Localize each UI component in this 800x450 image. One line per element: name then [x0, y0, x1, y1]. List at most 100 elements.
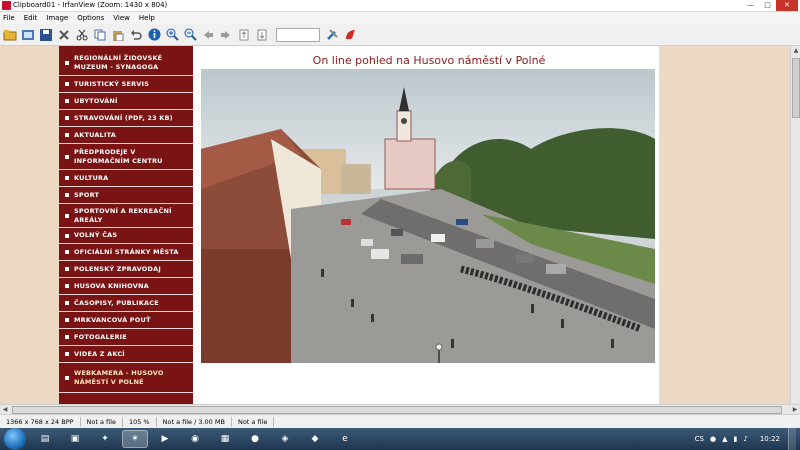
status-zoom: 105 %	[123, 416, 157, 427]
last-page-icon[interactable]	[254, 27, 270, 43]
info-icon[interactable]	[146, 27, 162, 43]
taskbar-firefox-icon[interactable]: ●	[242, 430, 268, 448]
cut-icon[interactable]	[74, 27, 90, 43]
taskbar-player-icon[interactable]: ▶	[152, 430, 178, 448]
show-desktop-button[interactable]	[788, 428, 796, 450]
nav-item[interactable]: VOLNÝ ČAS	[59, 228, 193, 244]
nav-bullet-icon	[65, 267, 69, 271]
toolbar-input[interactable]	[276, 27, 320, 42]
taskbar-explorer-icon[interactable]: ▤	[32, 430, 58, 448]
nav-item[interactable]: TURISTICKÝ SERVIS	[59, 76, 193, 93]
menu-file[interactable]: File	[3, 14, 15, 22]
status-file-2: Not a file	[232, 416, 275, 427]
nav-item[interactable]: REGIONÁLNÍ ŽIDOVSKÉ MUZEUM - SYNAGOGA	[59, 50, 193, 76]
status-file: Not a file	[81, 416, 123, 427]
image-viewer[interactable]: REGIONÁLNÍ ŽIDOVSKÉ MUZEUM - SYNAGOGA TUR…	[0, 46, 790, 404]
irfanview-app-icon	[2, 1, 11, 10]
minimize-button[interactable]: —	[742, 0, 759, 11]
menu-image[interactable]: Image	[46, 14, 68, 22]
vertical-scroll-thumb[interactable]	[792, 58, 800, 118]
prev-icon[interactable]	[200, 27, 216, 43]
settings-icon[interactable]	[324, 27, 340, 43]
menu-options[interactable]: Options	[77, 14, 104, 22]
taskbar-network-icon[interactable]: ◈	[272, 430, 298, 448]
vertical-scrollbar[interactable]: ▲	[790, 46, 800, 404]
status-dimensions: 1366 x 768 x 24 BPP	[0, 416, 81, 427]
nav-item[interactable]: FOTOGALERIE	[59, 329, 193, 346]
nav-item[interactable]: SPORT	[59, 187, 193, 204]
nav-item[interactable]: POLENSKÝ ZPRAVODAJ	[59, 261, 193, 278]
nav-bullet-icon	[65, 375, 69, 380]
next-icon[interactable]	[218, 27, 234, 43]
nav-item[interactable]: UBYTOVÁNÍ	[59, 93, 193, 110]
menu-edit[interactable]: Edit	[24, 14, 38, 22]
taskbar-tool-icon[interactable]: ◆	[302, 430, 328, 448]
nav-item-label: VOLNÝ ČAS	[74, 231, 118, 239]
nav-item-label: OFICIÁLNÍ STRÁNKY MĚSTA	[74, 247, 179, 256]
nav-item-label: VIDEA Z AKCÍ	[74, 349, 125, 358]
nav-item[interactable]: ČASOPISY, PUBLIKACE	[59, 295, 193, 312]
tray-icon-2[interactable]: ▲	[722, 435, 727, 443]
taskbar-ie-icon[interactable]: e	[332, 430, 358, 448]
volume-icon[interactable]: ♪	[743, 435, 747, 443]
irfanview-logo-icon[interactable]	[342, 27, 358, 43]
nav-item-label: TURISTICKÝ SERVIS	[74, 79, 150, 88]
nav-item[interactable]: SPORTOVNÍ A REKREAČNÍ AREÁLY	[59, 204, 193, 228]
nav-item[interactable]: VIDEA Z AKCÍ	[59, 346, 193, 363]
start-button[interactable]	[4, 428, 26, 450]
toolbar	[0, 24, 800, 46]
first-page-icon[interactable]	[236, 27, 252, 43]
nav-item[interactable]: STRAVOVÁNÍ (PDF, 23 KB)	[59, 110, 193, 127]
tray-icon-1[interactable]: ●	[710, 435, 716, 443]
language-indicator[interactable]: CS	[695, 435, 704, 443]
nav-bullet-icon	[65, 60, 69, 65]
scroll-up-icon[interactable]: ▲	[791, 46, 800, 56]
maximize-button[interactable]: □	[759, 0, 776, 11]
nav-item-label: FOTOGALERIE	[74, 332, 127, 341]
zoom-in-icon[interactable]	[164, 27, 180, 43]
nav-item[interactable]: AKTUALITA	[59, 127, 193, 144]
nav-bullet-icon	[65, 133, 69, 137]
undo-icon[interactable]	[128, 27, 144, 43]
nav-item[interactable]: WEBKAMERA - HUSOVO NÁMĚSTÍ V POLNÉ	[59, 363, 193, 393]
nav-item-label: WEBKAMERA - HUSOVO NÁMĚSTÍ V POLNÉ	[74, 368, 164, 386]
nav-bullet-icon	[65, 335, 69, 339]
taskbar-browser-icon[interactable]: ◉	[182, 430, 208, 448]
nav-item-label: MRKVANCOVÁ POUŤ	[74, 315, 151, 324]
copy-icon[interactable]	[92, 27, 108, 43]
nav-bullet-icon	[65, 213, 69, 218]
captured-webpage: REGIONÁLNÍ ŽIDOVSKÉ MUZEUM - SYNAGOGA TUR…	[59, 46, 659, 404]
menu-view[interactable]: View	[113, 14, 130, 22]
network-icon[interactable]: ▮	[733, 435, 737, 443]
taskbar-app-icon[interactable]: ▣	[62, 430, 88, 448]
website-nav: REGIONÁLNÍ ŽIDOVSKÉ MUZEUM - SYNAGOGA TUR…	[59, 46, 193, 404]
nav-item-label: KULTURA	[74, 173, 109, 182]
webcam-heading: On line pohled na Husovo náměstí v Polné	[312, 54, 546, 67]
taskbar-files-icon[interactable]: ▦	[212, 430, 238, 448]
taskbar-irfanview-icon[interactable]: ✶	[122, 430, 148, 448]
horizontal-scrollbar[interactable]: ◀ ▶	[0, 404, 800, 414]
nav-bullet-icon	[65, 82, 69, 86]
nav-item[interactable]: MRKVANCOVÁ POUŤ	[59, 312, 193, 329]
close-button[interactable]: ✕	[776, 0, 798, 11]
nav-bullet-icon	[65, 250, 69, 254]
open-icon[interactable]	[2, 27, 18, 43]
clock[interactable]: 10:22	[760, 435, 780, 443]
taskbar-media-icon[interactable]: ✦	[92, 430, 118, 448]
nav-item[interactable]: KULTURA	[59, 170, 193, 187]
thumbnails-icon[interactable]	[20, 27, 36, 43]
nav-item[interactable]: OFICIÁLNÍ STRÁNKY MĚSTA	[59, 244, 193, 261]
menu-help[interactable]: Help	[139, 14, 155, 22]
nav-item[interactable]: HUSOVA KNIHOVNA	[59, 278, 193, 295]
status-bar: 1366 x 768 x 24 BPP Not a file 105 % Not…	[0, 414, 800, 428]
window-title: Clipboard01 - IrfanView (Zoom: 1430 x 80…	[13, 1, 168, 9]
paste-icon[interactable]	[110, 27, 126, 43]
save-icon[interactable]	[38, 27, 54, 43]
zoom-out-icon[interactable]	[182, 27, 198, 43]
delete-icon[interactable]	[56, 27, 72, 43]
nav-bullet-icon	[65, 301, 69, 305]
nav-item[interactable]: PŘEDPRODEJE V INFORMAČNÍM CENTRU	[59, 144, 193, 170]
nav-item-label: REGIONÁLNÍ ŽIDOVSKÉ MUZEUM - SYNAGOGA	[74, 53, 163, 71]
horizontal-scroll-thumb[interactable]	[12, 406, 782, 414]
nav-bullet-icon	[65, 116, 69, 120]
